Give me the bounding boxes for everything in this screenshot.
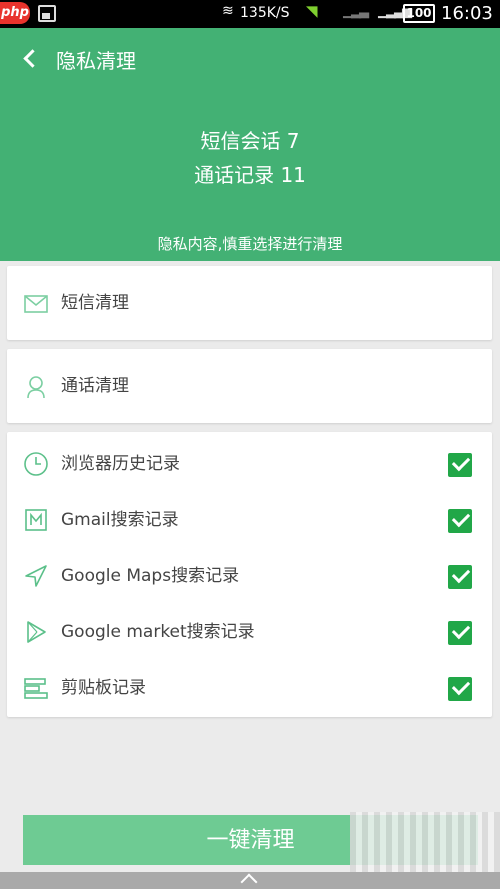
item-label: 剪贴板记录	[61, 678, 146, 698]
item-label: 浏览器历史记录	[61, 454, 180, 474]
envelope-icon	[24, 295, 48, 313]
navigation-arrow-icon	[25, 565, 47, 587]
watermark-mosaic	[350, 812, 500, 872]
calls-clean-card[interactable]: 通话清理	[7, 349, 492, 423]
checkbox[interactable]	[448, 565, 472, 589]
page-title: 隐私清理	[56, 49, 136, 73]
network-speed: 135K/S	[240, 5, 290, 21]
clipboard-lines-icon	[24, 678, 48, 699]
sms-summary: 短信会话 7	[200, 129, 300, 153]
clock-icon	[24, 452, 48, 476]
calls-clean-label: 通话清理	[61, 376, 129, 396]
chevron-up-icon[interactable]	[240, 873, 258, 889]
call-summary: 通话记录 11	[194, 163, 306, 187]
sms-clean-card[interactable]: 短信清理	[7, 266, 492, 340]
item-label: Google market搜索记录	[61, 622, 255, 642]
checkbox[interactable]	[448, 621, 472, 645]
item-label: Google Maps搜索记录	[61, 566, 240, 586]
checkbox[interactable]	[448, 509, 472, 533]
list-item[interactable]: Google Maps搜索记录	[7, 548, 492, 604]
gmail-icon	[25, 509, 47, 531]
header: 隐私清理 短信会话 7 通话记录 11 隐私内容,慎重选择进行清理	[0, 28, 500, 261]
play-icon	[27, 621, 46, 643]
wifi-signal-icon: ◥	[306, 2, 318, 20]
list-item[interactable]: 浏览器历史记录	[7, 436, 492, 492]
person-icon	[27, 376, 45, 399]
list-item[interactable]: 剪贴板记录	[7, 660, 492, 716]
wifi-icon: ≋	[222, 3, 234, 19]
privacy-items-list: 浏览器历史记录 Gmail搜索记录 Google Maps搜索记录 Google…	[7, 432, 492, 717]
warning-hint: 隐私内容,慎重选择进行清理	[157, 235, 343, 253]
clock-time: 16:03	[441, 3, 493, 24]
checkbox[interactable]	[448, 677, 472, 701]
sms-clean-label: 短信清理	[61, 293, 129, 313]
status-bar: php ≋ 135K/S ◥ ▁▂▃ ▁▂▃▅ 100 16:03	[0, 0, 500, 28]
list-item[interactable]: Google market搜索记录	[7, 604, 492, 660]
navigation-bar	[0, 872, 500, 889]
image-notification-icon	[38, 5, 56, 22]
php-app-icon: php	[0, 2, 30, 24]
battery-icon: 100	[403, 4, 435, 23]
back-arrow-icon[interactable]	[18, 44, 42, 72]
list-item[interactable]: Gmail搜索记录	[7, 492, 492, 548]
checkbox[interactable]	[448, 453, 472, 477]
signal-sim1-icon: ▁▂▃	[343, 4, 369, 19]
item-label: Gmail搜索记录	[61, 510, 179, 530]
